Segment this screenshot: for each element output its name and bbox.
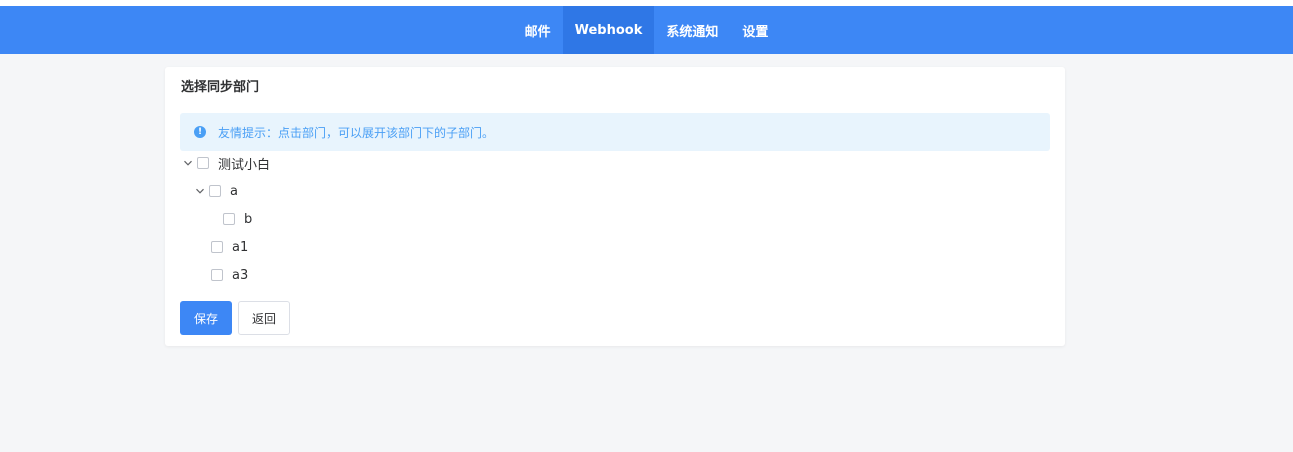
card-title: 选择同步部门 <box>181 80 260 95</box>
tree-node-a3[interactable]: a3 <box>197 261 248 289</box>
nav-item-system-notification[interactable]: 系统通知 <box>654 6 730 54</box>
tree-node-label: 测试小白 <box>218 157 271 173</box>
nav-item-webhook[interactable]: Webhook <box>562 6 655 54</box>
nav-item-settings[interactable]: 设置 <box>730 6 780 54</box>
chevron-down-icon[interactable] <box>183 158 193 168</box>
tree-node-label: a <box>230 183 238 199</box>
save-button[interactable]: 保存 <box>180 301 232 335</box>
tree-node-a1[interactable]: a1 <box>197 233 248 261</box>
top-navbar: 邮件 Webhook 系统通知 设置 <box>0 6 1293 54</box>
tree-checkbox[interactable] <box>197 157 209 169</box>
department-sync-card: 选择同步部门 ! 友情提示：点击部门，可以展开该部门下的子部门。 测试小白 a … <box>165 67 1065 346</box>
tree-node-label: a1 <box>232 239 249 255</box>
tree-node-a[interactable]: a <box>195 177 238 205</box>
tree-checkbox[interactable] <box>209 185 221 197</box>
tree-checkbox[interactable] <box>223 213 235 225</box>
back-button[interactable]: 返回 <box>238 301 290 335</box>
tree-node-label: a3 <box>232 267 249 283</box>
nav-item-mail[interactable]: 邮件 <box>513 6 563 54</box>
chevron-down-icon[interactable] <box>195 186 205 196</box>
tip-text: 友情提示：点击部门，可以展开该部门下的子部门。 <box>218 125 495 140</box>
info-icon: ! <box>194 126 206 138</box>
tree-node-label: b <box>244 211 253 227</box>
tree-node-root[interactable]: 测试小白 <box>183 149 270 177</box>
tree-checkbox[interactable] <box>211 241 223 253</box>
tree-checkbox[interactable] <box>211 269 223 281</box>
tree-node-b[interactable]: b <box>209 205 252 233</box>
tip-alert: ! 友情提示：点击部门，可以展开该部门下的子部门。 <box>180 113 1050 151</box>
